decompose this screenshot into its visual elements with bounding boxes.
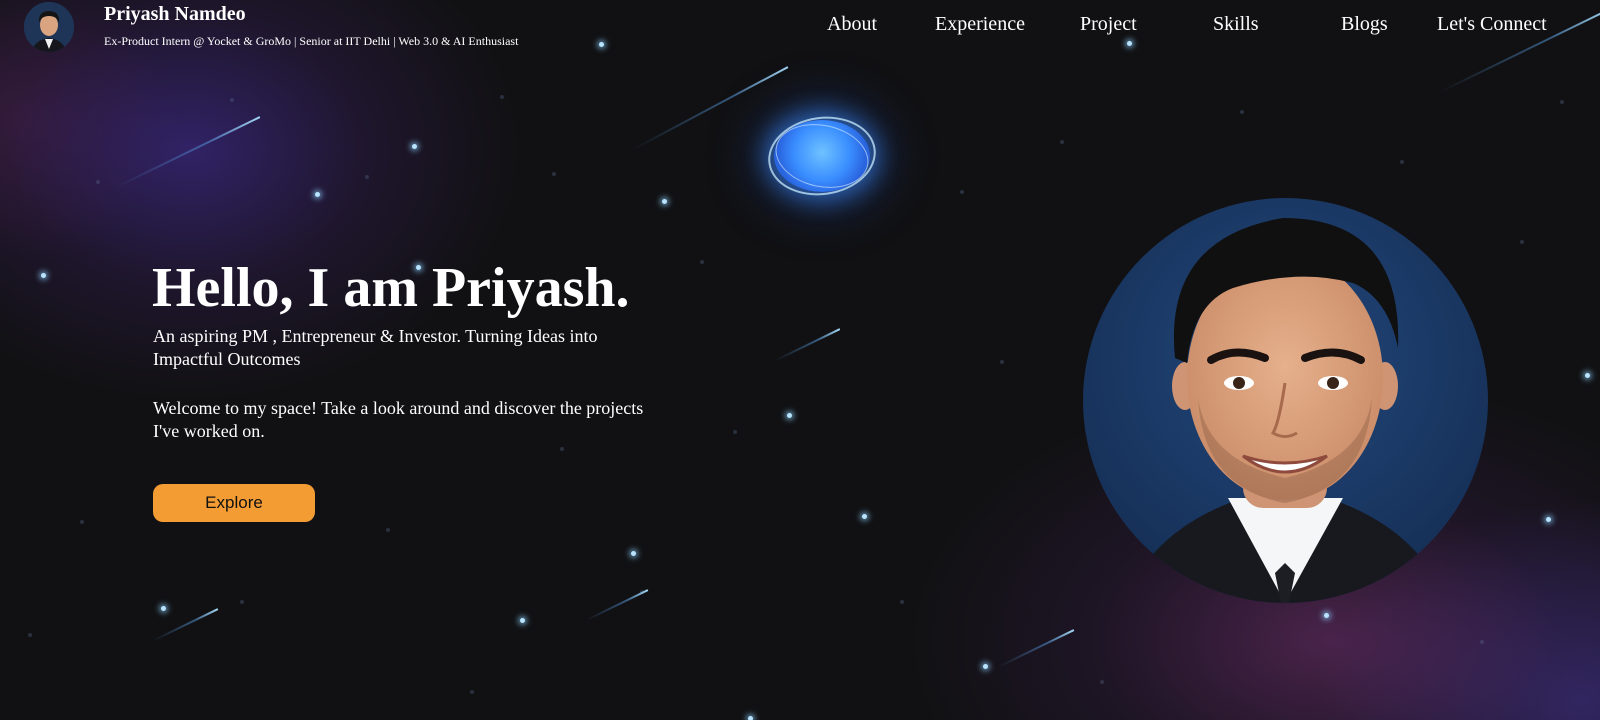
shooting-star	[774, 328, 841, 362]
faint-star	[900, 600, 904, 604]
star	[41, 273, 46, 278]
star	[412, 144, 417, 149]
faint-star	[1480, 640, 1484, 644]
star	[1546, 517, 1551, 522]
site-tagline: Ex-Product Intern @ Yocket & GroMo | Sen…	[104, 34, 519, 48]
profile-photo-icon	[24, 2, 74, 52]
shooting-star	[632, 66, 789, 151]
site-owner-name: Priyash Namdeo	[104, 3, 246, 25]
shooting-star	[152, 608, 219, 642]
nav-experience[interactable]: Experience	[935, 13, 1025, 36]
star	[315, 192, 320, 197]
star	[161, 606, 166, 611]
faint-star	[1400, 160, 1404, 164]
faint-star	[1000, 360, 1004, 364]
star	[748, 716, 753, 720]
faint-star	[470, 690, 474, 694]
profile-photo-icon	[1123, 218, 1448, 603]
star	[1585, 373, 1590, 378]
nav-about[interactable]: About	[827, 13, 877, 36]
faint-star	[733, 430, 737, 434]
star	[520, 618, 525, 623]
faint-star	[1560, 100, 1564, 104]
explore-button[interactable]: Explore	[153, 484, 315, 522]
faint-star	[80, 520, 84, 524]
hero-subtitle: An aspiring PM , Entrepreneur & Investor…	[153, 326, 598, 369]
glowing-orb	[774, 120, 870, 192]
star	[787, 413, 792, 418]
faint-star	[230, 98, 234, 102]
faint-star	[500, 95, 504, 99]
site-header: Priyash Namdeo Ex-Product Intern @ Yocke…	[0, 0, 1600, 54]
shooting-star	[998, 629, 1075, 668]
faint-star	[1240, 110, 1244, 114]
nav-blogs[interactable]: Blogs	[1341, 13, 1388, 36]
avatar[interactable]	[24, 2, 74, 52]
faint-star	[1520, 240, 1524, 244]
star	[662, 199, 667, 204]
faint-star	[700, 260, 704, 264]
faint-star	[28, 633, 32, 637]
faint-star	[1060, 140, 1064, 144]
hero-welcome-text: Welcome to my space! Take a look around …	[153, 398, 644, 441]
nav-skills[interactable]: Skills	[1213, 13, 1259, 36]
star	[1324, 613, 1329, 618]
faint-star	[960, 190, 964, 194]
faint-star	[240, 600, 244, 604]
faint-star	[560, 447, 564, 451]
faint-star	[386, 528, 390, 532]
hero-title: Hello, I am Priyash.	[152, 257, 630, 319]
hero-portrait	[1083, 198, 1488, 603]
shooting-star	[586, 589, 649, 621]
nav-project[interactable]: Project	[1080, 13, 1137, 36]
shooting-star	[115, 116, 261, 189]
star	[631, 551, 636, 556]
star	[983, 664, 988, 669]
faint-star	[1100, 680, 1104, 684]
faint-star	[365, 175, 369, 179]
faint-star	[552, 172, 556, 176]
nav-lets-connect[interactable]: Let's Connect	[1437, 13, 1547, 36]
faint-star	[96, 180, 100, 184]
star	[862, 514, 867, 519]
